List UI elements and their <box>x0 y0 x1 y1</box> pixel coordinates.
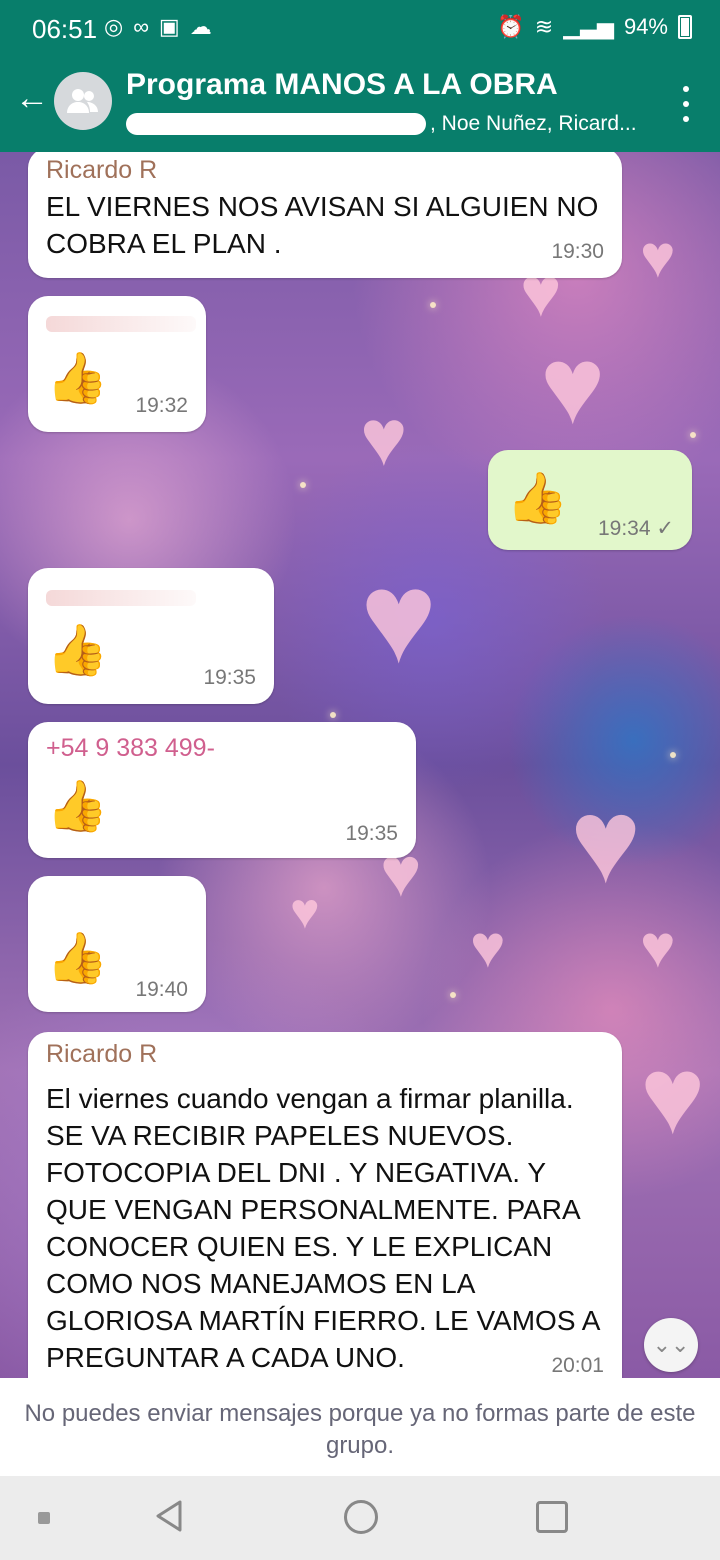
redacted-sender <box>46 590 196 606</box>
heart-decoration: ♥ <box>540 324 606 447</box>
battery-level: 94% <box>623 14 668 39</box>
thumbs-up-icon: 👍 <box>506 470 569 526</box>
members-text: , Noe Nuñez, Ricard... <box>430 112 637 135</box>
nav-dot-icon[interactable] <box>38 1512 50 1524</box>
heart-decoration: ♥ <box>640 223 676 290</box>
heart-decoration: ♥ <box>640 1034 706 1157</box>
message-bubble-outgoing[interactable]: 👍 19:34 ✓ <box>488 450 692 550</box>
sender-name[interactable]: Ricardo R <box>46 156 157 185</box>
message-bubble[interactable]: Ricardo R El viernes cuando vengan a fir… <box>28 1032 622 1378</box>
check-icon: ✓ <box>656 517 674 540</box>
sparkle-decoration <box>690 432 696 438</box>
message-bubble[interactable]: Ricardo R EL VIERNES NOS AVISAN SI ALGUI… <box>28 152 622 278</box>
sparkle-decoration <box>430 302 436 308</box>
heart-decoration: ♥ <box>470 913 506 980</box>
group-avatar[interactable] <box>54 72 112 130</box>
sender-phone[interactable]: +54 9 383 499- <box>46 734 215 763</box>
image-icon: ▣ <box>158 14 180 39</box>
sparkle-decoration <box>300 482 306 488</box>
nav-recents-icon[interactable] <box>536 1501 568 1533</box>
nav-home-icon[interactable] <box>344 1500 378 1534</box>
heart-decoration: ♥ <box>360 544 438 690</box>
redacted-sender <box>46 316 196 332</box>
status-bar: 06:51 ◎ ∞ ▣ ☁ ⏰ ≋ ▁▃▅ 94% <box>0 0 720 58</box>
group-members[interactable]: , Noe Nuñez, Ricard... <box>126 112 637 136</box>
message-time-value: 19:34 <box>597 517 651 540</box>
message-time: 19:40 <box>135 978 188 1001</box>
thumbs-up-icon: 👍 <box>46 930 109 986</box>
app-bar: ← Programa MANOS A LA OBRA , Noe Nuñez, … <box>0 58 720 152</box>
message-time: 19:32 <box>135 394 188 417</box>
readonly-notice: No puedes enviar mensajes porque ya no f… <box>0 1378 720 1476</box>
chat-area[interactable]: ♥ ♥ ♥ ♥ ♥ ♥ ♥ ♥ ♥ ♥ ♥ Ricardo R EL VIERN… <box>0 152 720 1378</box>
heart-decoration: ♥ <box>570 774 642 908</box>
notification-icons: ◎ ∞ ▣ ☁ <box>104 14 212 40</box>
redacted-members <box>126 113 426 136</box>
alarm-icon: ⏰ <box>497 14 525 39</box>
message-bubble[interactable]: +54 9 383 499- 👍 19:35 <box>28 722 416 858</box>
message-text: EL VIERNES NOS AVISAN SI ALGUIEN NO COBR… <box>46 191 599 259</box>
message-bubble[interactable]: 👍 19:32 <box>28 296 206 432</box>
top-bar: 06:51 ◎ ∞ ▣ ☁ ⏰ ≋ ▁▃▅ 94% ← Programa MAN… <box>0 0 720 152</box>
sparkle-decoration <box>670 752 676 758</box>
message-time: 20:01 <box>551 1354 604 1377</box>
more-vert-icon[interactable] <box>676 86 696 122</box>
android-nav-bar <box>0 1476 720 1560</box>
cloud-icon: ☁ <box>189 14 212 39</box>
battery-icon <box>678 15 692 39</box>
signal-icon: ▁▃▅ <box>563 14 614 39</box>
sender-name[interactable]: Ricardo R <box>46 1040 157 1069</box>
message-time: 19:35 <box>203 666 256 689</box>
message-bubble[interactable]: 👍 19:40 <box>28 876 206 1012</box>
message-text: El viernes cuando vengan a firmar planil… <box>46 1083 599 1373</box>
heart-decoration: ♥ <box>290 883 320 939</box>
notice-text: No puedes enviar mensajes porque ya no f… <box>24 1400 696 1459</box>
heart-decoration: ♥ <box>360 393 408 482</box>
thumbs-up-icon: 👍 <box>46 622 109 678</box>
message-time: 19:35 <box>345 822 398 845</box>
message-bubble[interactable]: 👍 19:35 <box>28 568 274 704</box>
arrow-left-icon[interactable]: ← <box>12 78 52 118</box>
thumbs-up-icon: 👍 <box>46 778 109 834</box>
group-icon <box>67 89 98 113</box>
system-icons: ⏰ ≋ ▁▃▅ 94% <box>497 14 692 40</box>
voicemail-icon: ∞ <box>133 14 149 39</box>
nav-back-icon[interactable] <box>152 1498 188 1534</box>
thumbs-up-icon: 👍 <box>46 350 109 406</box>
double-chevron-down-icon[interactable]: ⌄⌄ <box>644 1318 698 1372</box>
group-title[interactable]: Programa MANOS A LA OBRA <box>126 68 558 102</box>
whatsapp-icon: ◎ <box>104 14 124 39</box>
sparkle-decoration <box>330 712 336 718</box>
message-time: 19:34 ✓ <box>598 516 674 541</box>
sparkle-decoration <box>450 992 456 998</box>
wifi-icon: ≋ <box>534 14 554 39</box>
message-time: 19:30 <box>551 240 604 263</box>
status-time: 06:51 <box>32 14 98 44</box>
heart-decoration: ♥ <box>640 913 676 980</box>
